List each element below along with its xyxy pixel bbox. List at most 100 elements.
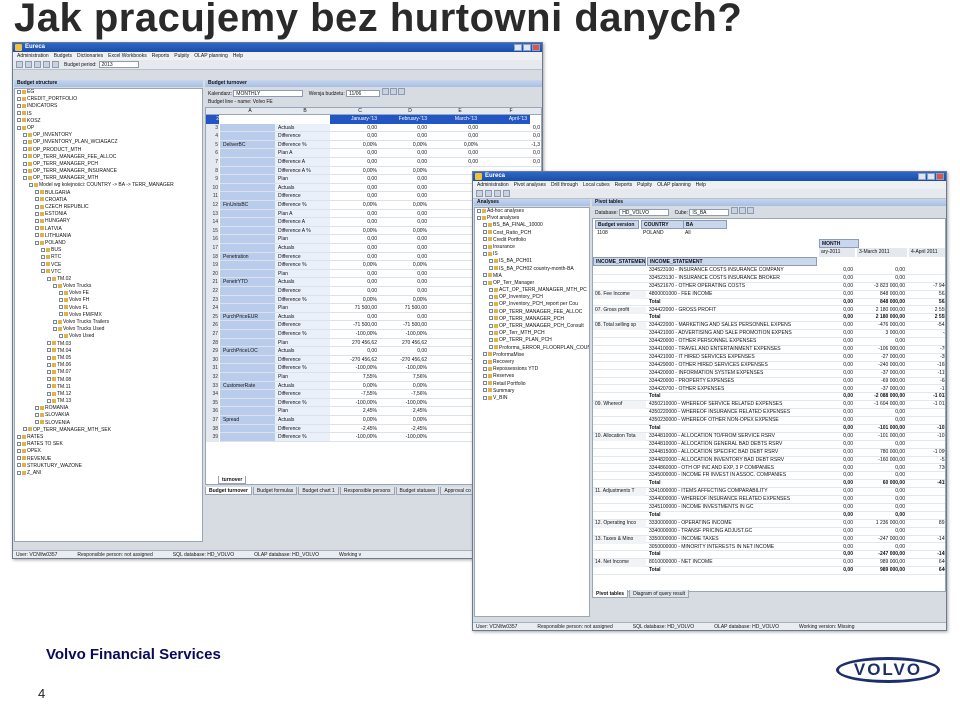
tree-item[interactable]: KOSZ (15, 118, 202, 125)
grid-cell[interactable]: Plan (275, 269, 330, 279)
expand-icon[interactable] (483, 352, 487, 357)
grid-cell[interactable] (220, 175, 275, 184)
grid-cell[interactable]: 0,00 (380, 175, 430, 184)
grid-cell[interactable] (220, 399, 275, 408)
expand-icon[interactable] (59, 305, 63, 310)
pivot-value[interactable]: -52 000 (909, 457, 945, 465)
expand-icon[interactable] (17, 456, 21, 461)
pivot-value[interactable]: -247 000,00 (857, 536, 907, 544)
pivot-value[interactable]: -101 000,00 (857, 425, 907, 433)
grid-cell[interactable]: 0,00% (380, 261, 430, 270)
grid-cell[interactable]: Actuals (275, 123, 330, 133)
tree-item[interactable]: RATES (15, 434, 202, 441)
expand-icon[interactable] (17, 449, 21, 454)
tree-item[interactable]: Volvo FM/FMX (15, 312, 202, 319)
expand-icon[interactable] (59, 334, 63, 339)
grid-cell[interactable]: -7,55% (330, 390, 380, 399)
pivot-value[interactable]: 3 000,00 (857, 330, 907, 338)
grid-cell[interactable]: 0,00 (330, 184, 380, 193)
maximize-button[interactable] (523, 44, 531, 51)
budget-tree[interactable]: EG CREDIT_PORTFOLIO INDICATORS IS KOSZ OP OP_I… (14, 88, 203, 542)
expand-icon[interactable] (483, 273, 487, 278)
row-field[interactable]: INCOME_STATEMENT (647, 257, 817, 266)
expand-icon[interactable] (17, 111, 21, 116)
pivot-value[interactable]: 780 000,00 (857, 449, 907, 457)
grid-cell[interactable]: -100,00% (380, 433, 430, 442)
expand-icon[interactable] (41, 262, 45, 267)
grid-cell[interactable]: Difference % (275, 261, 330, 270)
pivot-value[interactable]: 989 000,00 (857, 559, 907, 567)
grid-cell[interactable]: Penetration (220, 253, 275, 262)
grid-cell[interactable]: PurchPriceLOC (220, 347, 275, 356)
grid-cell[interactable]: Difference (275, 355, 330, 365)
tree-item[interactable]: HUNGARY (15, 218, 202, 225)
pivot-value[interactable]: 0 (909, 488, 945, 496)
calendar-select[interactable]: MONTHLY (233, 90, 304, 97)
pivot-value[interactable]: 0,00 (819, 393, 855, 401)
tree-item[interactable]: TM.13 (15, 398, 202, 405)
expand-icon[interactable] (17, 96, 21, 101)
pivot-value[interactable]: 0,00 (819, 472, 855, 480)
tree-item[interactable]: OP_PRODUCT_MTH (15, 147, 202, 154)
grid-cell[interactable] (220, 210, 275, 219)
expand-icon[interactable] (489, 302, 493, 307)
grid-cell[interactable] (220, 261, 275, 270)
expand-icon[interactable] (47, 398, 51, 403)
database-select[interactable]: HD_VOLVO (619, 209, 670, 216)
grid-cell[interactable]: Plan (275, 304, 330, 313)
tree-item[interactable]: TM.08 (15, 377, 202, 384)
pivot-value[interactable]: -37 000,00 (857, 370, 907, 378)
expand-icon[interactable] (35, 420, 39, 425)
grid-cell[interactable]: -7,56% (380, 390, 430, 399)
grid-cell[interactable]: Plan (275, 235, 330, 244)
tree-item[interactable]: RATES TO SEK (15, 441, 202, 448)
pivot-value[interactable]: 0 (909, 512, 945, 520)
grid-cell[interactable] (220, 158, 275, 167)
tree-item[interactable]: Retail Portfolio (475, 381, 589, 388)
expand-icon[interactable] (489, 316, 493, 321)
expand-icon[interactable] (477, 208, 481, 213)
menu-item[interactable]: Local cubes (583, 181, 610, 189)
grid-cell[interactable]: 0,00 (330, 244, 380, 253)
tree-item[interactable]: IS (475, 251, 589, 258)
pivot-value[interactable]: 0,00 (819, 567, 855, 575)
pivot-value[interactable]: 736 000 (909, 465, 945, 473)
pivot-value[interactable]: 2 180 000,00 (857, 314, 907, 322)
pivot-value[interactable]: 562 000 (909, 291, 945, 299)
grid-cell[interactable]: Plan (275, 175, 330, 184)
grid-cell[interactable]: Difference % (275, 433, 330, 442)
grid-cell[interactable] (220, 330, 275, 339)
pivot-value[interactable]: 2 555 000 (909, 314, 945, 322)
filter-field[interactable]: COUNTRY (641, 220, 685, 229)
pivot-value[interactable]: 0,00 (819, 441, 855, 449)
pivot-value[interactable]: -7 946 000 (909, 283, 945, 291)
minimize-button[interactable] (514, 44, 522, 51)
toolbar-button[interactable] (398, 88, 406, 95)
pivot-value[interactable]: 0,00 (857, 465, 907, 473)
grid-cell[interactable]: -2,45% (330, 425, 380, 434)
bottom-tab[interactable]: Budget statuses (395, 487, 440, 495)
menu-item[interactable]: Reports (615, 181, 633, 189)
expand-icon[interactable] (483, 244, 487, 249)
grid-cell[interactable]: FinUnitsBC (220, 201, 275, 210)
tree-item[interactable]: IS (15, 111, 202, 118)
pivot-value[interactable]: -1 099 000 (909, 449, 945, 457)
menu-item[interactable]: Reports (152, 52, 170, 60)
tree-item[interactable]: OP_INVENTORY_PLAN_WCIAGACZ (15, 139, 202, 146)
pivot-value[interactable]: 0,00 (857, 544, 907, 552)
toolbar-button[interactable] (476, 190, 483, 197)
pivot-value[interactable]: 0,00 (819, 417, 855, 425)
grid-cell[interactable]: Difference A % (275, 166, 330, 176)
pivot-value[interactable]: 0,00 (819, 409, 855, 417)
pivot-value[interactable]: 0,00 (819, 528, 855, 536)
grid-cell[interactable]: -71 500,00 (330, 321, 380, 330)
grid-cell[interactable] (220, 235, 275, 244)
tree-item[interactable]: Volvo Used (15, 333, 202, 340)
grid-cell[interactable]: 270 456,62 (380, 339, 430, 348)
expand-icon[interactable] (489, 309, 493, 314)
pivot-value[interactable]: 0,00 (857, 504, 907, 512)
analyses-tree[interactable]: Ad-hoc analyses Pivot analyses BS_BA_FINAL… (474, 207, 590, 617)
pivot-value[interactable]: 0,00 (819, 267, 855, 275)
pivot-value[interactable]: -115 000 (909, 370, 945, 378)
grid-cell[interactable]: 0,0 (481, 124, 541, 133)
